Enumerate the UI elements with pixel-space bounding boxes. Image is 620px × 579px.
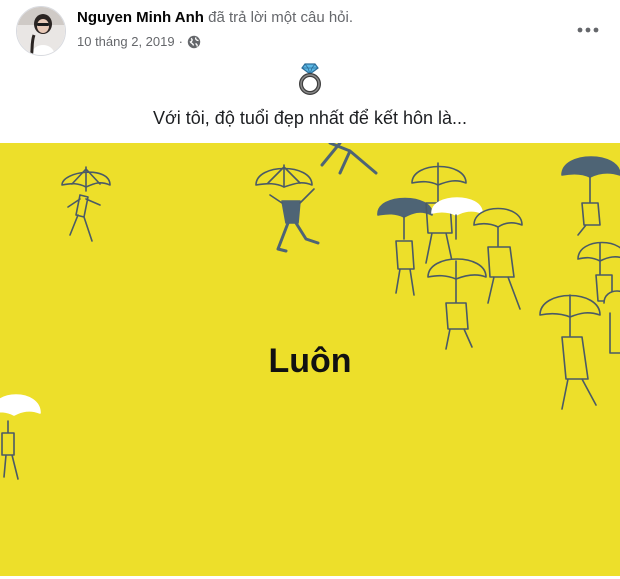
- umbrella-person-6: [473, 207, 523, 310]
- more-options-icon: [577, 27, 599, 33]
- umbrella-person-3: [377, 197, 433, 296]
- author-line: Nguyen Minh Anh đã trả lời một câu hỏi.: [77, 9, 353, 26]
- avatar[interactable]: [16, 6, 66, 56]
- walking-person-top: [320, 143, 378, 175]
- meta-separator: ·: [178, 34, 183, 49]
- answer-card[interactable]: Luôn: [0, 143, 620, 576]
- question-text: Với tôi, độ tuổi đẹp nhất để kết hôn là.…: [152, 108, 467, 128]
- author-name[interactable]: Nguyen Minh Anh: [77, 9, 204, 26]
- avatar-photo: [17, 7, 65, 55]
- umbrella-person-12: [0, 394, 41, 480]
- globe-icon: [187, 35, 201, 49]
- umbrella-person-2: [255, 164, 320, 253]
- post-header: Nguyen Minh Anh đã trả lời một câu hỏi. …: [0, 0, 620, 60]
- ring-icon: [296, 62, 324, 96]
- answer-text: Luôn: [268, 342, 352, 380]
- post-meta: 10 tháng 2, 2019 ·: [77, 34, 201, 49]
- post-date[interactable]: 10 tháng 2, 2019: [77, 34, 175, 49]
- umbrella-person-8: [561, 156, 620, 236]
- umbrella-person-7: [427, 258, 487, 350]
- umbrella-person-1: [61, 166, 111, 242]
- author-action: đã trả lời một câu hỏi.: [208, 9, 354, 26]
- more-options-button[interactable]: [574, 20, 602, 40]
